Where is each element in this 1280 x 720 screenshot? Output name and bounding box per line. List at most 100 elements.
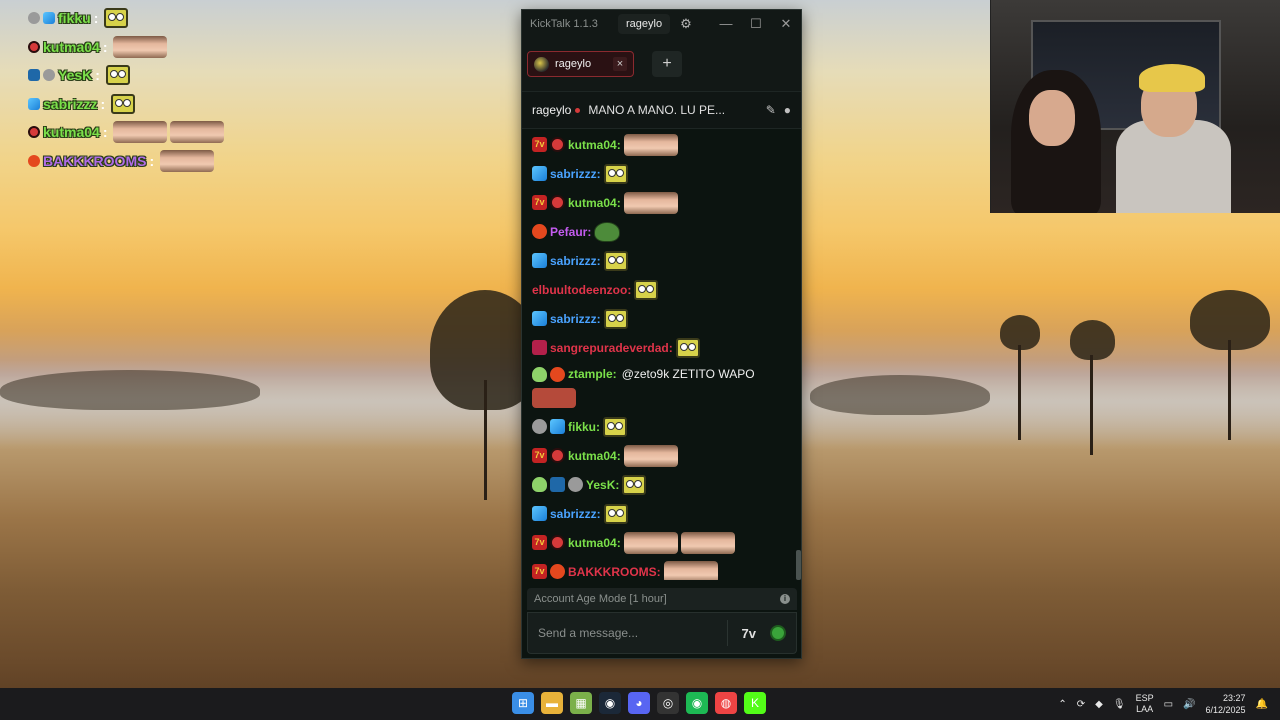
gear-icon[interactable]: ⚙ [680, 16, 692, 32]
steam-icon[interactable]: ◉ [599, 692, 621, 714]
chat-message: sabrizzz: [532, 159, 800, 188]
minimize-icon[interactable]: — [711, 16, 741, 31]
keyboard-layout: LAA [1136, 704, 1154, 714]
overlay-username: BAKKKROOMS [43, 152, 147, 169]
background-tree [810, 375, 990, 415]
red-badge-icon [550, 564, 565, 579]
chat-username[interactable]: kutma04: [568, 138, 621, 152]
chat-username[interactable]: kutma04: [568, 449, 621, 463]
chat-message: Pefaur: [532, 217, 800, 246]
app-title: KickTalk 1.1.3 [530, 17, 598, 30]
avatar [534, 56, 549, 72]
chat-message: sabrizzz: [532, 499, 800, 528]
chrome-icon[interactable]: ◍ [715, 692, 737, 714]
chat-username[interactable]: ztample: [568, 367, 617, 381]
overlay-username: kutma04 [43, 38, 100, 55]
chat-username[interactable]: elbuultodeenzoo: [532, 283, 631, 297]
kicktalk-window: KickTalk 1.1.3 rageylo ⚙ — ☐ ✕ rageylo ×… [521, 9, 802, 659]
webcam-overlay [990, 0, 1280, 213]
info-icon[interactable]: i [780, 594, 790, 604]
chat-message: ztample: @zeto9k ZETITO WAPO [532, 362, 800, 412]
sync-icon[interactable]: ⟳ [1077, 699, 1085, 710]
cube-badge-icon [550, 419, 565, 434]
pin-icon[interactable]: ✎ [766, 103, 776, 117]
kick-emote-button[interactable] [770, 625, 786, 641]
grey-badge-icon [532, 419, 547, 434]
file-explorer-icon[interactable]: ▬ [541, 692, 563, 714]
message-input[interactable] [538, 620, 728, 646]
overlay-username: YesK [58, 67, 93, 84]
chat-username[interactable]: sangrepuradeverdad: [550, 341, 673, 355]
language-indicator[interactable]: ESP LAA [1136, 693, 1154, 715]
discord-icon[interactable]: ◕ [628, 692, 650, 714]
taskbar: ⊞ ▬ ▦ ◉ ◕ ◎ ◉ ◍ K ⌃ ⟳ ◆ 🎙 ESP LAA ▭ 🔊 23:27 6/12… [0, 688, 1280, 720]
security-icon[interactable]: ◆ [1095, 699, 1103, 710]
overlay-chat-row: YesK: [28, 61, 288, 90]
chat-username[interactable]: kutma04: [568, 536, 621, 550]
title-bar[interactable]: KickTalk 1.1.3 rageylo ⚙ — ☐ ✕ [522, 10, 801, 37]
chat-username[interactable]: sabrizzz: [550, 254, 601, 268]
cube-badge-icon [532, 506, 547, 521]
chat-username[interactable]: BAKKKROOMS: [568, 565, 661, 579]
chevron-up-icon[interactable]: ⌃ [1058, 699, 1066, 710]
face-emote-icon [663, 560, 718, 580]
language-code: ESP [1135, 693, 1154, 703]
chat-message: YesK: [532, 470, 800, 499]
chat-message: 7v kutma04: [532, 441, 800, 470]
overlay-username: fikku [58, 10, 91, 27]
chat-username[interactable]: YesK: [586, 478, 619, 492]
chat-username[interactable]: sabrizzz: [550, 312, 601, 326]
background-trunk [1228, 340, 1231, 440]
sb-emote-icon [634, 279, 659, 300]
colon: : [95, 67, 100, 84]
streamer-name[interactable]: rageylo [532, 103, 571, 117]
teeth-badge-icon [550, 535, 565, 550]
red-badge-icon [532, 224, 547, 239]
grey-badge-icon [28, 12, 40, 25]
chat-username[interactable]: fikku: [568, 420, 600, 434]
user-button[interactable]: rageylo [618, 13, 671, 34]
windows-start-icon[interactable]: ⊞ [512, 692, 534, 714]
sb-emote-icon [603, 308, 628, 329]
app-icon[interactable]: ▦ [570, 692, 592, 714]
cube-badge-icon [532, 311, 547, 326]
alien-badge-icon [532, 477, 547, 492]
face-emote-icon [170, 121, 225, 144]
cube-badge-icon [28, 97, 40, 110]
network-icon[interactable]: ▭ [1164, 699, 1173, 710]
face-emote-icon [113, 35, 168, 58]
chat-messages[interactable]: 7v kutma04: sabrizzz: 7v kutma04: Pefaur: sabr… [522, 130, 800, 580]
seventv-emote-button[interactable]: 7v [742, 626, 756, 641]
taskbar-apps: ⊞ ▬ ▦ ◉ ◕ ◎ ◉ ◍ K [512, 692, 766, 714]
close-icon[interactable]: ✕ [771, 16, 801, 32]
notification-icon[interactable]: 🔔 [1256, 699, 1268, 710]
maximize-icon[interactable]: ☐ [741, 16, 771, 32]
chat-message: fikku: [532, 412, 800, 441]
volume-icon[interactable]: 🔊 [1183, 699, 1195, 710]
chat-username[interactable]: Pefaur: [550, 225, 591, 239]
obs-icon[interactable]: ◎ [657, 692, 679, 714]
face-emote-icon [623, 444, 678, 467]
clock[interactable]: 23:27 6/12/2025 [1206, 692, 1246, 716]
clock-time: 23:27 [1223, 693, 1246, 703]
overlay-username: sabrizzz [43, 95, 98, 112]
tab-bar: rageylo × + [522, 37, 801, 91]
chat-username[interactable]: sabrizzz: [550, 167, 601, 181]
user-icon[interactable]: ● [784, 103, 791, 117]
colon: : [100, 95, 106, 112]
tab-rageylo[interactable]: rageylo × [527, 51, 634, 77]
colon: : [93, 10, 99, 27]
alien-badge-icon [532, 366, 547, 382]
chat-username[interactable]: sabrizzz: [550, 507, 601, 521]
overlay-chat-row: fikku: [28, 4, 288, 33]
spotify-icon[interactable]: ◉ [686, 692, 708, 714]
tab-close-button[interactable]: × [613, 57, 627, 71]
add-tab-button[interactable]: + [652, 51, 682, 77]
microphone-icon[interactable]: 🎙 [1113, 699, 1126, 710]
chat-username[interactable]: kutma04: [568, 196, 621, 210]
kicktalk-icon[interactable]: K [744, 692, 766, 714]
sb-emote-icon [111, 93, 136, 114]
colon: : [102, 38, 108, 55]
scrollbar[interactable] [796, 550, 801, 580]
system-tray: ⌃ ⟳ ◆ 🎙 ESP LAA ▭ 🔊 23:27 6/12/2025 🔔 [1058, 688, 1268, 720]
